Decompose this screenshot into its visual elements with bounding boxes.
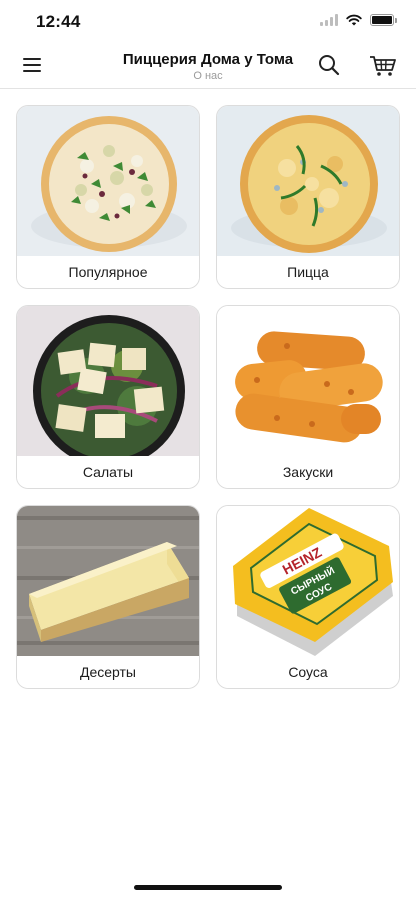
cellular-signal-icon (320, 14, 338, 26)
sauce-cup-image: HEINZ СЫРНЫЙ СОУС (217, 506, 399, 656)
page-title: Пиццерия Дома у Тома (122, 51, 294, 68)
category-card-sauces[interactable]: HEINZ СЫРНЫЙ СОУС Соуса (216, 505, 400, 689)
category-card-salads[interactable]: Салаты (16, 305, 200, 489)
status-icons (320, 14, 397, 26)
top-nav-bar: Пиццерия Дома у Тома О нас (0, 44, 416, 89)
pizza-image (17, 106, 199, 256)
search-icon (319, 55, 340, 76)
category-label: Закуски (217, 456, 399, 488)
category-card-popular[interactable]: Популярное (16, 105, 200, 289)
status-bar: 12:44 (0, 0, 416, 44)
category-card-desserts[interactable]: Десерты (16, 505, 200, 689)
fried-sticks-image (217, 306, 399, 456)
salad-bowl-image (17, 306, 199, 456)
cart-button[interactable] (368, 52, 398, 78)
home-indicator[interactable] (134, 885, 282, 890)
status-time: 12:44 (36, 12, 81, 31)
category-card-snacks[interactable]: Закуски (216, 305, 400, 489)
wifi-icon (346, 14, 362, 26)
pizza-image (217, 106, 399, 256)
search-button[interactable] (316, 52, 342, 78)
category-label: Десерты (17, 656, 199, 688)
battery-icon (370, 14, 397, 26)
cart-icon (370, 56, 396, 76)
cheesecake-image (17, 506, 199, 656)
category-grid: Популярное Пицца Салаты Закуски Десерты … (16, 105, 400, 689)
category-label: Популярное (17, 256, 199, 288)
category-card-pizza[interactable]: Пицца (216, 105, 400, 289)
category-label: Пицца (217, 256, 399, 288)
about-link[interactable]: О нас (0, 70, 416, 82)
category-label: Соуса (217, 656, 399, 688)
category-label: Салаты (17, 456, 199, 488)
